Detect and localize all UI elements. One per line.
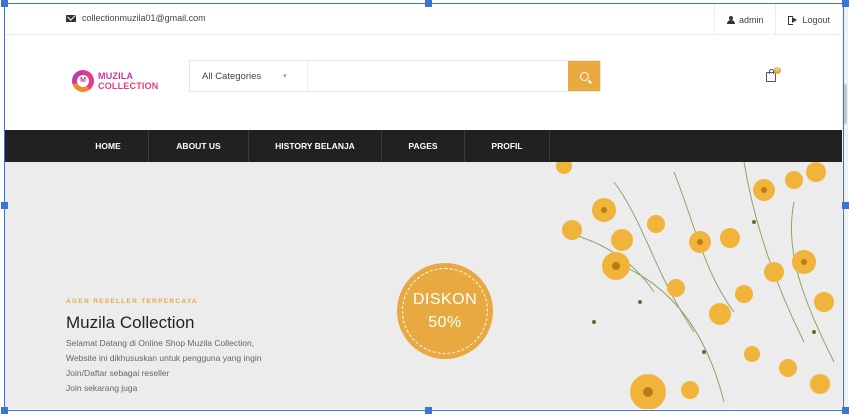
- search-icon: [579, 71, 589, 81]
- nav-item-pages[interactable]: PAGES: [382, 130, 465, 162]
- nav-item-history-belanja[interactable]: HISTORY BELANJA: [249, 130, 382, 162]
- cart-count-badge: 0: [774, 67, 781, 74]
- site-logo[interactable]: M MUZILA COLLECTION: [72, 70, 159, 92]
- resize-handle[interactable]: [1, 202, 8, 209]
- search-input[interactable]: [308, 61, 568, 91]
- top-bar: collectionmuzila01@gmail.com admin Logou…: [4, 4, 842, 35]
- resize-handle[interactable]: [425, 0, 432, 7]
- nav-item-about-us[interactable]: ABOUT US: [149, 130, 249, 162]
- resize-handle[interactable]: [842, 202, 849, 209]
- hero-tagline: AGEN RESELLER TERPERCAYA: [66, 298, 198, 305]
- nav-item-profil[interactable]: PROFIL: [465, 130, 550, 162]
- nav-item-home[interactable]: HOME: [68, 130, 149, 162]
- cart-button[interactable]: 0: [766, 67, 781, 83]
- category-select-value: All Categories: [202, 70, 262, 82]
- scrollbar-thumb[interactable]: [843, 84, 847, 124]
- hero-description: Selamat Datang di Online Shop Muzila Col…: [66, 338, 262, 393]
- resize-handle[interactable]: [425, 407, 432, 414]
- mail-icon: [66, 14, 76, 22]
- resize-handle[interactable]: [842, 0, 849, 7]
- resize-handle[interactable]: [1, 407, 8, 414]
- flowers-image: [556, 162, 835, 409]
- category-select[interactable]: All Categories ▾: [190, 61, 308, 91]
- search-button[interactable]: [568, 61, 600, 91]
- site-header: M MUZILA COLLECTION All Categories ▾ 0: [4, 36, 842, 130]
- resize-handle[interactable]: [842, 407, 849, 414]
- user-label: admin: [738, 14, 764, 25]
- user-icon: [726, 15, 735, 24]
- account-links: admin Logout: [713, 4, 842, 35]
- contact-email-text: collectionmuzila01@gmail.com: [82, 13, 206, 23]
- resize-handle[interactable]: [1, 0, 8, 7]
- hero-title: Muzila Collection: [66, 313, 195, 332]
- contact-email: collectionmuzila01@gmail.com: [66, 13, 206, 23]
- logout-icon: [788, 16, 798, 25]
- logo-text: MUZILA COLLECTION: [98, 71, 159, 91]
- logo-mark: M: [72, 70, 94, 92]
- logout-link[interactable]: Logout: [775, 4, 842, 35]
- main-nav: HOME ABOUT US HISTORY BELANJA PAGES PROF…: [4, 130, 842, 162]
- logout-label: Logout: [802, 14, 830, 25]
- search-bar: All Categories ▾: [189, 60, 601, 92]
- user-link[interactable]: admin: [713, 4, 776, 35]
- chevron-down-icon: ▾: [283, 73, 287, 80]
- discount-badge: DISKON 50%: [397, 263, 493, 359]
- hero-banner: AGEN RESELLER TERPERCAYA Muzila Collecti…: [4, 162, 842, 409]
